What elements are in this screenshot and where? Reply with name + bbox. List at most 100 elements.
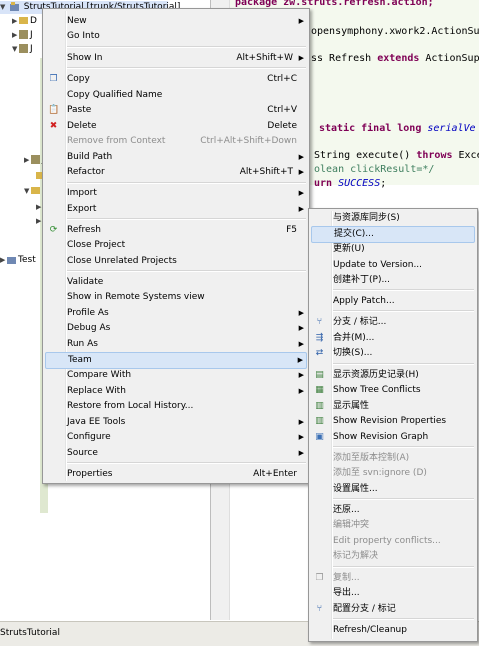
tree-item[interactable]: ▶D [12, 15, 37, 28]
collapse-arrow-icon[interactable]: ▶ [0, 254, 7, 267]
team-menu-item-3[interactable]: 更新(U) [311, 242, 475, 257]
context-menu-item-source[interactable]: Source ▶ [45, 446, 307, 461]
context-menu-item-compare-with[interactable]: Compare With ▶ [45, 368, 307, 383]
team-menu-item-9[interactable]: ⇄ 切换(S)... [311, 346, 475, 361]
team-menu-item-21[interactable]: 标记为解决 [311, 549, 475, 564]
menu-item-label: Validate [67, 277, 104, 287]
context-menu-item-run-as[interactable]: Run As ▶ [45, 337, 307, 352]
code-line: urn SUCCESS; [314, 178, 386, 189]
context-menu-item-build-path[interactable]: Build Path ▶ [45, 150, 307, 165]
team-menu-item-1[interactable]: 与资源库同步(S) [311, 211, 475, 226]
team-menu-item-19[interactable]: 编辑冲突 [311, 518, 475, 533]
team-menu-item-8[interactable]: ⇶ 合并(M)... [311, 331, 475, 346]
context-menu-item-debug-as[interactable]: Debug As ▶ [45, 321, 307, 336]
menu-item-label: 还原... [333, 505, 360, 515]
submenu-arrow-icon: ▶ [298, 449, 304, 457]
menu-item-label: 添加至版本控制(A) [333, 453, 410, 463]
team-menu-item-20[interactable]: Edit property conflicts... [311, 534, 475, 549]
tree-item[interactable]: ▶ Test [0, 254, 36, 267]
context-menu-item-replace-with[interactable]: Replace With ▶ [45, 384, 307, 399]
team-menu-item-5[interactable]: 创建补丁(P)... [311, 273, 475, 288]
submenu-arrow-icon: ▶ [298, 17, 304, 25]
team-menu-item-4[interactable]: Update to Version... [311, 258, 475, 273]
team-menu-item-11[interactable]: ▦ Show Tree Conflicts [311, 383, 475, 398]
code-identifier: serialVe [421, 123, 476, 134]
team-menu-item-17[interactable]: 设置属性... [311, 482, 475, 497]
context-menu-item-refresh[interactable]: ⟳ Refresh F5 [45, 223, 307, 238]
context-menu-item-profile-as[interactable]: Profile As ▶ [45, 306, 307, 321]
team-menu-item-6[interactable]: Apply Patch... [311, 294, 475, 309]
context-menu-item-validate[interactable]: Validate [45, 275, 307, 290]
context-menu-item-refactor[interactable]: Refactor Alt+Shift+T ▶ [45, 165, 307, 180]
collapse-arrow-icon[interactable]: ▶ [24, 154, 31, 167]
team-menu-item-24[interactable]: ⑂ 配置分支 / 标记 [311, 602, 475, 617]
team-menu-item-12[interactable]: ▥ 显示属性 [311, 399, 475, 414]
team-menu-item-15[interactable]: 添加至版本控制(A) [311, 451, 475, 466]
submenu-arrow-icon: ▶ [298, 371, 304, 379]
team-menu-item-23[interactable]: 导出... [311, 586, 475, 601]
context-menu-item-show-in-remote-systems-view[interactable]: Show in Remote Systems view [45, 290, 307, 305]
team-menu-item-13[interactable]: ▥ Show Revision Properties [311, 414, 475, 429]
menu-item-label: Replace With [67, 386, 126, 396]
expand-arrow-icon[interactable]: ▼ [24, 185, 31, 198]
shortcut-label: F5 [286, 225, 297, 235]
code-keyword: urn [314, 178, 333, 189]
team-submenu: 与资源库同步(S) 提交(C)... 更新(U) Update to Version.… [308, 208, 478, 642]
context-menu-item-paste[interactable]: 📋 Paste Ctrl+V [45, 103, 307, 118]
refresh-icon: ⟳ [49, 225, 58, 235]
team-menu-item-18[interactable]: 还原... [311, 503, 475, 518]
code-comment: olean clickResult=*/ [314, 164, 435, 175]
collapse-arrow-icon[interactable]: ▶ [12, 29, 19, 42]
context-menu-item-import[interactable]: Import ▶ [45, 186, 307, 201]
submenu-arrow-icon: ▶ [298, 324, 304, 332]
context-menu-item-close-unrelated-projects[interactable]: Close Unrelated Projects [45, 254, 307, 269]
context-menu-item-close-project[interactable]: Close Project [45, 238, 307, 253]
context-menu-item-new[interactable]: New ▶ [45, 14, 307, 29]
context-menu-item-remove-from-context[interactable]: Remove from Context Ctrl+Alt+Shift+Down [45, 134, 307, 149]
context-menu-item-properties[interactable]: Properties Alt+Enter [45, 467, 307, 482]
context-menu-item-java-ee-tools[interactable]: Java EE Tools ▶ [45, 415, 307, 430]
team-menu-item-25[interactable]: Refresh/Cleanup [311, 623, 475, 638]
context-menu-item-team[interactable]: Team ▶ [45, 352, 307, 369]
menu-item-label: Apply Patch... [333, 296, 395, 306]
shortcut-label: Alt+Shift+T [239, 167, 293, 177]
menu-item-label: 编辑冲突 [333, 520, 370, 530]
team-menu-item-2[interactable]: 提交(C)... [311, 226, 475, 243]
team-menu-item-16[interactable]: 添加至 svn:ignore (D) [311, 466, 475, 481]
delete-icon: ✖ [49, 121, 58, 131]
shortcut-label: Alt+Shift+W [236, 53, 293, 63]
expand-arrow-icon[interactable]: ▼ [0, 1, 7, 14]
tree-item[interactable]: ▼ J [12, 43, 33, 56]
submenu-arrow-icon: ▶ [298, 309, 304, 317]
collapse-arrow-icon[interactable]: ▶ [12, 15, 19, 28]
menu-item-label: 分支 / 标记... [333, 317, 387, 327]
team-menu-item-7[interactable]: ⑂ 分支 / 标记... [311, 315, 475, 330]
team-menu-item-10[interactable]: ▤ 显示资源历史记录(H) [311, 368, 475, 383]
tree-item[interactable]: ▶J [12, 29, 33, 42]
team-menu-item-22[interactable]: ❐ 复制... [311, 571, 475, 586]
menu-item-label: Show In [67, 53, 103, 63]
menu-item-label: Go Into [67, 31, 100, 41]
switch-icon: ⇄ [315, 348, 324, 358]
menu-separator [333, 310, 474, 312]
expand-arrow-icon[interactable]: ▼ [12, 43, 19, 56]
context-menu-item-copy[interactable]: ❐ Copy Ctrl+C [45, 72, 307, 87]
properties-icon: ▥ [315, 401, 324, 411]
menu-item-label: Update to Version... [333, 260, 423, 270]
context-menu-item-copy-qualified-name[interactable]: Copy Qualified Name [45, 88, 307, 103]
context-menu-item-delete[interactable]: ✖ Delete Delete [45, 119, 307, 134]
menu-item-label: Show Revision Properties [333, 416, 447, 426]
context-menu-item-restore-from-local-history[interactable]: Restore from Local History... [45, 399, 307, 414]
menu-item-label: Build Path [67, 152, 113, 162]
context-menu-item-export[interactable]: Export ▶ [45, 202, 307, 217]
context-menu-item-go-into[interactable]: Go Into [45, 29, 307, 44]
code-keyword: static final long [319, 123, 422, 134]
team-menu-item-14[interactable]: ▣ Show Revision Graph [311, 430, 475, 445]
code-constant: SUCCESS [332, 178, 381, 189]
context-menu-item-configure[interactable]: Configure ▶ [45, 430, 307, 445]
context-menu-item-show-in[interactable]: Show In Alt+Shift+W ▶ [45, 51, 307, 66]
submenu-arrow-icon: ▶ [298, 168, 304, 176]
code-package-line: package zw.struts.refresh.action; [235, 0, 434, 8]
shortcut-label: Ctrl+C [267, 74, 297, 84]
submenu-arrow-icon: ▶ [298, 189, 304, 197]
